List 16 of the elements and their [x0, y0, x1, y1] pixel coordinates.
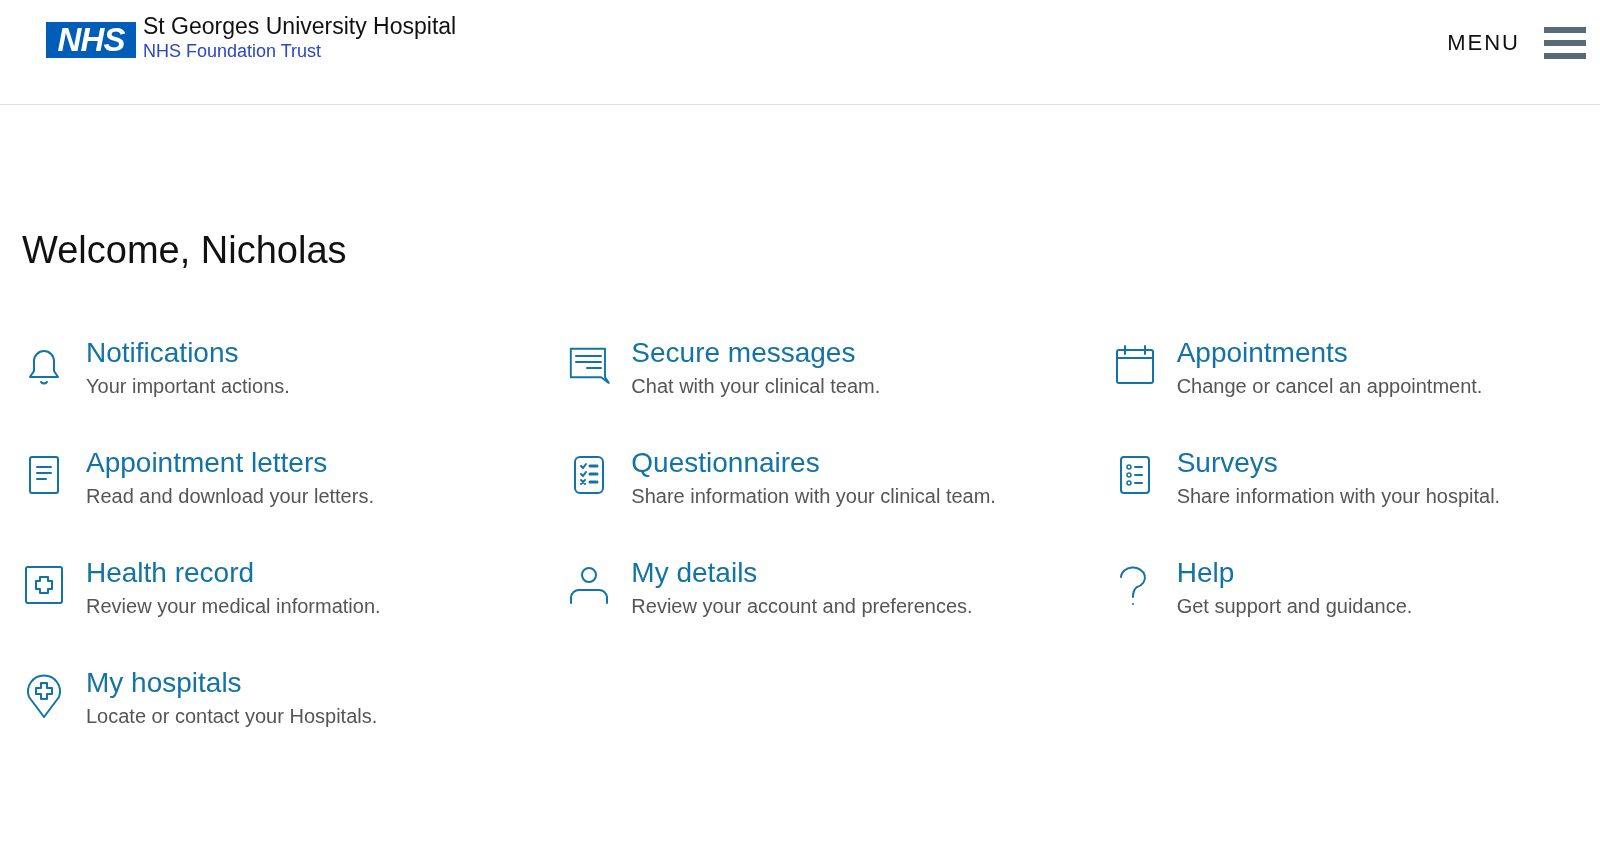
trust-name: NHS Foundation Trust	[143, 40, 323, 62]
dashboard-link[interactable]: Questionnaires Share information with your clinical team.	[567, 445, 1113, 511]
dashboard-link[interactable]: Notifications Your important actions.	[22, 335, 568, 401]
menu-button[interactable]: MENU	[1447, 26, 1586, 59]
dashboard-link[interactable]: Secure messages Chat with your clinical team.	[567, 335, 1113, 401]
dashboard-link[interactable]: Appointments Change or cancel an appointment.	[1112, 335, 1600, 401]
nhs-logo: NHS	[46, 22, 136, 58]
welcome-heading: Welcome, Nicholas	[22, 228, 348, 273]
dashboard-link[interactable]: My details Review your account and preferences.	[567, 555, 1113, 621]
dashboard-link[interactable]: Surveys Share information with your hospital.	[1112, 445, 1600, 511]
dashboard-link[interactable]: My hospitals Locate or contact your Hospitals.	[22, 665, 568, 731]
hospital-name: St Georges University Hospital	[143, 12, 457, 40]
dashboard-link[interactable]: Appointment letters Read and download your letters.	[22, 445, 568, 511]
menu-icon	[1544, 26, 1586, 59]
dashboard-link[interactable]: Help Get support and guidance.	[1112, 555, 1600, 621]
dashboard-link[interactable]: Health record Review your medical information.	[22, 555, 568, 621]
